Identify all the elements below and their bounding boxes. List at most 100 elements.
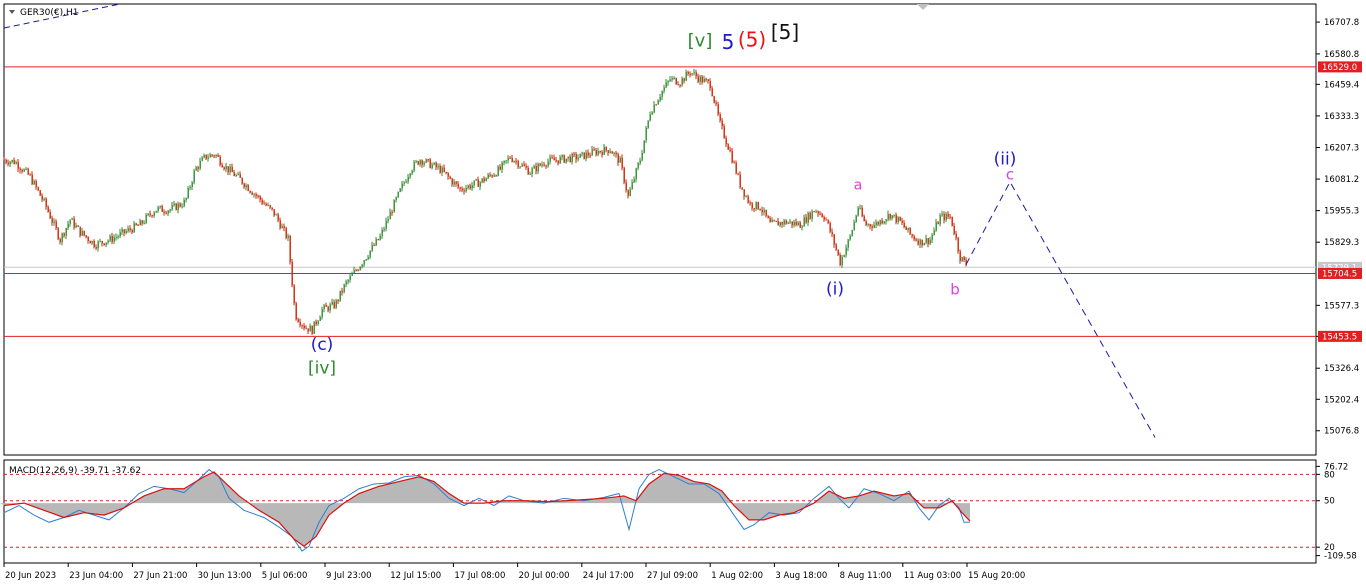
time-tick-label: 12 Jul 15:00 — [390, 571, 441, 581]
candle-body — [853, 221, 855, 231]
macd-axis: 76.72805020-109.58 — [1316, 462, 1357, 562]
candle-body — [251, 192, 253, 195]
macd-panel[interactable]: MACD(12,26,9) -39.71 -37.62 — [0, 459, 1317, 564]
candle-body — [687, 71, 689, 74]
candle-body — [49, 211, 51, 219]
candle-body — [415, 161, 417, 163]
candle-body — [131, 229, 133, 233]
candle-body — [119, 232, 121, 237]
candle-body — [767, 215, 769, 219]
candle-body — [181, 206, 183, 208]
candle-body — [655, 104, 657, 106]
candle-body — [649, 114, 651, 121]
candle-body — [77, 225, 79, 227]
candle-body — [465, 187, 467, 192]
candle-body — [103, 243, 105, 246]
candle-body — [909, 227, 911, 235]
candle-body — [387, 219, 389, 221]
candle-body — [17, 162, 19, 169]
candle-body — [953, 225, 955, 234]
candle-body — [361, 264, 363, 267]
candle-body — [799, 222, 801, 228]
candle-body — [83, 230, 85, 236]
candle-body — [483, 178, 485, 182]
candle-body — [179, 203, 181, 207]
candle-body — [621, 157, 623, 168]
candle-body — [887, 214, 889, 220]
candle-body — [475, 179, 477, 181]
candle-body — [279, 220, 281, 229]
candle-body — [751, 203, 753, 209]
candle-body — [637, 163, 639, 169]
candle-body — [597, 150, 599, 155]
candle-body — [573, 153, 575, 155]
candle-body — [445, 171, 447, 174]
candle-body — [661, 91, 663, 97]
candle-body — [165, 212, 167, 214]
candle-body — [847, 239, 849, 248]
candle-body — [453, 181, 455, 185]
candle-body — [227, 166, 229, 173]
candle-body — [873, 224, 875, 228]
candle-body — [861, 207, 863, 217]
price-tick-label: 16707.8 — [1324, 18, 1359, 28]
candle-body — [243, 183, 245, 188]
candle-body — [447, 173, 449, 177]
candle-body — [557, 160, 559, 164]
candle-body — [831, 231, 833, 235]
candle-body — [529, 173, 531, 175]
candle-body — [865, 221, 867, 225]
candle-body — [9, 161, 11, 165]
candle-body — [857, 207, 859, 216]
candle-body — [885, 219, 887, 222]
candle-body — [819, 213, 821, 215]
candle-body — [35, 180, 37, 188]
candle-body — [747, 196, 749, 203]
candle-body — [697, 76, 699, 82]
candle-body — [769, 218, 771, 223]
candle-body — [925, 238, 927, 244]
candle-body — [711, 88, 713, 97]
candle-body — [569, 156, 571, 162]
time-tick-label: 30 Jun 13:00 — [198, 571, 252, 581]
candle-body — [521, 164, 523, 167]
candle-body — [253, 194, 255, 196]
candle-body — [107, 240, 109, 243]
candle-body — [559, 157, 561, 164]
candle-body — [777, 221, 779, 226]
candle-body — [433, 162, 435, 165]
candle-body — [591, 149, 593, 156]
candle-body — [385, 220, 387, 229]
candle-body — [431, 164, 433, 169]
candle-body — [299, 321, 301, 326]
candle-body — [389, 211, 391, 220]
candle-body — [443, 167, 445, 172]
candle-body — [933, 230, 935, 236]
candle-body — [269, 205, 271, 208]
candle-body — [345, 281, 347, 285]
price-panel[interactable]: [v] 5 (5) [5](ii)ca(i) b(c)[iv] GER30(€),H1 — [3, 3, 1317, 456]
candle-body — [851, 230, 853, 236]
candle-body — [753, 208, 755, 210]
candle-body — [391, 211, 393, 213]
candle-body — [283, 226, 285, 228]
candle-body — [135, 223, 137, 225]
candle-body — [759, 209, 761, 211]
candle-body — [855, 215, 857, 222]
candle-body — [177, 203, 179, 210]
candle-body — [555, 160, 557, 162]
candle-body — [363, 260, 365, 265]
candle-body — [775, 220, 777, 222]
candle-body — [673, 77, 675, 79]
candle-body — [47, 206, 49, 212]
candle-body — [593, 149, 595, 151]
candle-body — [297, 319, 299, 322]
candle-body — [39, 190, 41, 196]
candle-body — [679, 84, 681, 86]
candle-body — [913, 236, 915, 240]
trading-chart[interactable]: [v] 5 (5) [5](ii)ca(i) b(c)[iv] GER30(€),H1 … — [0, 0, 1366, 588]
candle-body — [505, 160, 507, 162]
candle-body — [615, 152, 617, 155]
candle-body — [835, 244, 837, 250]
candle-body — [133, 223, 135, 233]
